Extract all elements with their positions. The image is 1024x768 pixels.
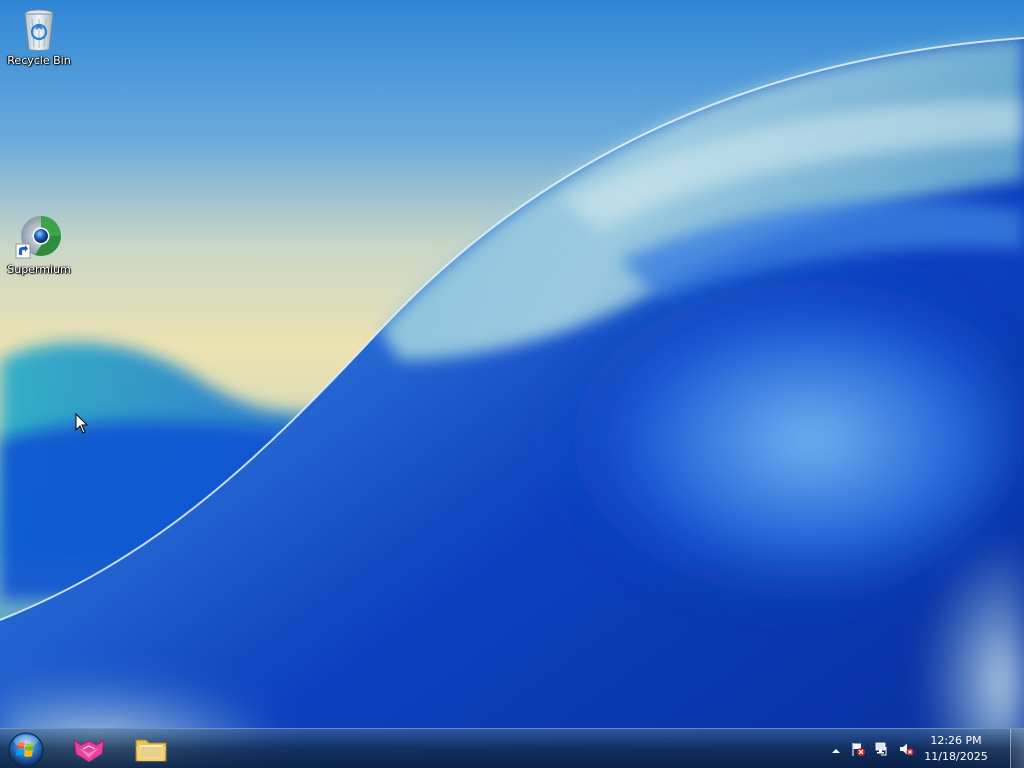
taskbar-app-file-explorer[interactable] bbox=[123, 731, 179, 767]
recycle-bin-icon bbox=[24, 9, 54, 51]
mouse-pointer-icon bbox=[75, 413, 89, 434]
desktop-icon-supermium[interactable]: Supermium bbox=[1, 214, 77, 276]
volume-muted-icon[interactable] bbox=[898, 741, 914, 757]
desktop-icon-recycle-bin[interactable]: Recycle Bin bbox=[1, 5, 77, 67]
taskbar-clock[interactable]: 12:26 PM 11/18/2025 bbox=[920, 733, 992, 765]
clock-date: 11/18/2025 bbox=[924, 750, 988, 763]
windows-start-orb-icon bbox=[8, 732, 44, 768]
desktop-icon-label: Recycle Bin bbox=[7, 54, 71, 67]
supermium-browser-icon bbox=[15, 216, 61, 259]
desktop-icon-label: Supermium bbox=[7, 263, 71, 276]
network-disconnected-icon[interactable] bbox=[874, 741, 890, 757]
pink-cat-app-icon bbox=[73, 738, 105, 763]
action-center-flag-icon[interactable] bbox=[850, 741, 866, 757]
start-button[interactable] bbox=[6, 730, 46, 768]
taskbar: 12:26 PM 11/18/2025 bbox=[0, 728, 1024, 768]
chevron-up-icon[interactable] bbox=[828, 743, 844, 759]
clock-time: 12:26 PM bbox=[930, 734, 982, 747]
taskbar-app-pink-cat[interactable] bbox=[61, 731, 117, 767]
notification-area: 12:26 PM 11/18/2025 bbox=[828, 729, 1008, 768]
show-desktop-button[interactable] bbox=[1010, 729, 1024, 768]
desktop-wallpaper bbox=[0, 0, 1024, 768]
file-explorer-folder-icon bbox=[135, 739, 167, 762]
desktop[interactable]: Recycle Bin Supermium 12:26 PM 11/18/202… bbox=[0, 0, 1024, 768]
